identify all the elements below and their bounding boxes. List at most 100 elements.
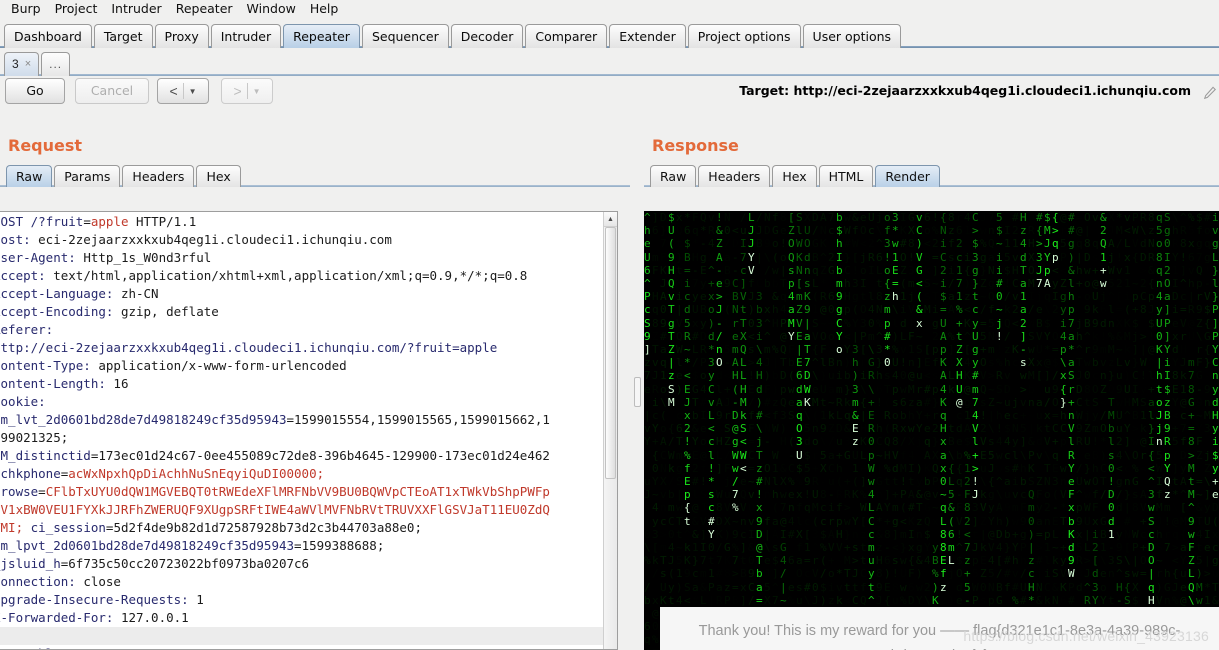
response-tab-bar: Raw Headers Hex HTML Render bbox=[644, 161, 1219, 187]
tab-user-options[interactable]: User options bbox=[802, 24, 902, 48]
tab-sequencer[interactable]: Sequencer bbox=[361, 24, 449, 48]
menu-item-help[interactable]: Help bbox=[303, 0, 346, 18]
close-icon[interactable]: × bbox=[25, 53, 31, 76]
request-token: 127.0.0.1 bbox=[120, 610, 189, 625]
target-display: Target: http://eci-2zejaarzxxkxub4qeg1i.… bbox=[739, 83, 1191, 98]
splitter-grip[interactable] bbox=[634, 377, 641, 407]
response-pane: Response Raw Headers Hex HTML Render ^ h e… bbox=[644, 132, 1219, 650]
response-tab-html[interactable]: HTML bbox=[818, 165, 874, 187]
cancel-button: Cancel bbox=[75, 78, 149, 104]
scroll-up-arrow-icon[interactable]: ▲ bbox=[604, 212, 617, 227]
menu-item-burp[interactable]: Burp bbox=[4, 0, 48, 18]
new-repeater-tab-button[interactable]: ... bbox=[41, 52, 71, 76]
tab-project-options[interactable]: Project options bbox=[687, 24, 801, 48]
target-label: Target: bbox=[739, 83, 790, 98]
request-line: 599021325; bbox=[0, 429, 604, 447]
request-token: gzip, deflate bbox=[120, 304, 219, 319]
request-token: 1 bbox=[196, 592, 204, 607]
request-tab-params[interactable]: Params bbox=[54, 165, 121, 187]
request-tab-hex[interactable]: Hex bbox=[196, 165, 241, 187]
request-pane-title: Request bbox=[8, 136, 83, 155]
request-token: Connection: bbox=[0, 574, 84, 589]
request-token: 16 bbox=[113, 376, 129, 391]
request-token: = bbox=[294, 538, 302, 553]
request-line: Content-Length: 16 bbox=[0, 375, 604, 393]
request-line: chkphone=acWxNpxhQpDiAchhNuSnEqyiQuDI000… bbox=[0, 465, 604, 483]
edit-pencil-icon[interactable] bbox=[1203, 86, 1217, 100]
tab-comparer[interactable]: Comparer bbox=[525, 24, 608, 48]
request-token: X-Forwarded-For: bbox=[0, 610, 121, 625]
tab-decoder[interactable]: Decoder bbox=[450, 24, 524, 48]
request-token: Hm_lpvt_2d0601bd28de7d49818249cf35d95943 bbox=[0, 538, 295, 553]
chevron-down-icon[interactable]: ▼ bbox=[189, 87, 197, 96]
request-token: potato bbox=[68, 646, 113, 649]
ellipsis-icon: ... bbox=[49, 57, 63, 71]
menu-item-repeater[interactable]: Repeater bbox=[169, 0, 240, 18]
request-token: Host: bbox=[0, 232, 31, 247]
request-token: Hm_lvt_2d0601bd28de7d49818249cf35d95943 bbox=[0, 412, 287, 427]
request-line: Connection: close bbox=[0, 573, 604, 591]
request-line: User-Agent: Http_1s_W0nd3rful bbox=[0, 249, 604, 267]
request-tab-raw[interactable]: Raw bbox=[6, 165, 53, 187]
request-token: zh-CN bbox=[120, 286, 159, 301]
repeater-tab-label: 3 bbox=[12, 57, 19, 71]
request-token: Accept: bbox=[0, 268, 46, 283]
back-button[interactable]: < ▼ bbox=[157, 78, 209, 104]
repeater-tab-3[interactable]: 3 × bbox=[4, 52, 40, 76]
request-line: Hm_lvt_2d0601bd28de7d49818249cf35d95943=… bbox=[0, 411, 604, 429]
repeater-split-panes: Request Raw Params Headers Hex POST /?fr… bbox=[0, 132, 1219, 650]
request-line bbox=[0, 627, 604, 645]
go-button[interactable]: Go bbox=[5, 78, 65, 104]
request-tab-bar: Raw Params Headers Hex bbox=[0, 161, 630, 187]
request-token: Http_1s_W0nd3rful bbox=[83, 250, 212, 265]
tab-target[interactable]: Target bbox=[93, 24, 153, 48]
pane-splitter[interactable] bbox=[630, 132, 644, 650]
tab-dashboard[interactable]: Dashboard bbox=[4, 24, 92, 48]
scrollbar-thumb[interactable] bbox=[605, 227, 616, 479]
request-editor[interactable]: POST /?fruit=apple HTTP/1.1Host: eci-2ze… bbox=[0, 211, 618, 650]
chevron-down-icon: ▼ bbox=[252, 86, 261, 96]
request-token: JM_distinctid bbox=[0, 448, 91, 463]
request-line: Cookie: bbox=[0, 393, 604, 411]
request-line: Referer: bbox=[0, 321, 604, 339]
watermark-text: https://blog.csdn.net/weixin_43923136 bbox=[963, 628, 1209, 644]
request-token: Referer: bbox=[0, 322, 54, 337]
request-line: _jsluid_h=6f735c50cc20723022bf0973ba0207… bbox=[0, 555, 604, 573]
divider bbox=[182, 83, 184, 99]
request-line: TMI; ci_session=5d2f4de9b82d1d72587928b7… bbox=[0, 519, 604, 537]
request-line: JM_distinctid=173ec01d24c67-0ee455089c72… bbox=[0, 447, 604, 465]
request-token: HTTP/1.1 bbox=[128, 214, 197, 229]
request-line: POST /?fruit=apple HTTP/1.1 bbox=[0, 213, 604, 231]
target-url: http://eci-2zejaarzxxkxub4qeg1i.cloudeci… bbox=[793, 83, 1191, 98]
tab-extender[interactable]: Extender bbox=[609, 24, 686, 48]
request-token: close bbox=[83, 574, 121, 589]
response-tab-headers[interactable]: Headers bbox=[698, 165, 771, 187]
tab-repeater[interactable]: Repeater bbox=[283, 24, 360, 48]
request-line: Hm_lpvt_2d0601bd28de7d49818249cf35d95943… bbox=[0, 537, 604, 555]
response-tab-hex[interactable]: Hex bbox=[772, 165, 817, 187]
menu-item-window[interactable]: Window bbox=[240, 0, 303, 18]
request-raw-text[interactable]: POST /?fruit=apple HTTP/1.1Host: eci-2ze… bbox=[0, 212, 604, 649]
request-token: Upgrade-Insecure-Requests: bbox=[0, 592, 197, 607]
request-tab-headers[interactable]: Headers bbox=[122, 165, 195, 187]
request-token: CFlbTxUYU0dQW1MGVEBQT0tRWEdeXFlMRFNbVV9B… bbox=[45, 484, 550, 499]
response-tab-render[interactable]: Render bbox=[875, 165, 940, 187]
request-line: Accept: text/html,application/xhtml+xml,… bbox=[0, 267, 604, 285]
request-token: acWxNpxhQpDiAchhNuSnEqyiQuDI00000; bbox=[68, 466, 325, 481]
request-line: GV1xBW0VEU1FYXkJJRFhZWERUQF9XUgpSRFtIWE4… bbox=[0, 501, 604, 519]
request-token: TMI; bbox=[0, 520, 24, 535]
request-line: browse=CFlbTxUYU0dQW1MGVEBQT0tRWEdeXFlMR… bbox=[0, 483, 604, 501]
request-vertical-scrollbar[interactable]: ▲ bbox=[603, 212, 617, 649]
menu-item-intruder[interactable]: Intruder bbox=[104, 0, 168, 18]
tab-intruder[interactable]: Intruder bbox=[210, 24, 282, 48]
request-token: browse bbox=[0, 484, 39, 499]
menu-item-project[interactable]: Project bbox=[48, 0, 105, 18]
request-line: Accept-Encoding: gzip, deflate bbox=[0, 303, 604, 321]
request-token: Accept-Language: bbox=[0, 286, 121, 301]
request-line: Accept-Language: zh-CN bbox=[0, 285, 604, 303]
request-token: Cookie: bbox=[0, 394, 46, 409]
tab-proxy[interactable]: Proxy bbox=[154, 24, 209, 48]
request-token: 5d2f4de9b82d1d72587928b73d2c3b44703a88e0… bbox=[113, 520, 422, 535]
response-render-view[interactable]: ^heU6^PcS9]z7eO|vYYbuJs)0\%*/bR6qjc*b&uJ… bbox=[644, 211, 1219, 650]
response-tab-raw[interactable]: Raw bbox=[650, 165, 697, 187]
